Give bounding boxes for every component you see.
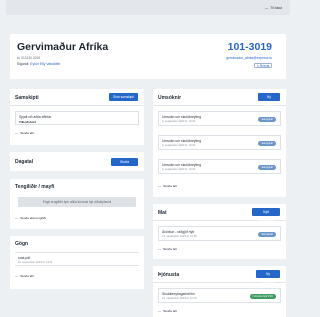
edit-button[interactable]: ✎ Breyta bbox=[254, 63, 272, 68]
samskipti-more-link[interactable]: — Skoða allt bbox=[15, 131, 34, 135]
umsokn-item[interactable]: Umsókn um skuldbreyting 3. september 202… bbox=[158, 111, 281, 126]
thjonusta-panel: Þjónusta Ný þjónusta Skuldbreytingarbeið… bbox=[153, 266, 286, 317]
thjonusta-item[interactable]: Skuldbreytingarbeiðni 21. september 2023… bbox=[158, 288, 281, 303]
arrow-left-icon: — bbox=[264, 6, 269, 10]
gogn-item[interactable]: smá.pdf 11. september 2023 kl. 14:11 bbox=[15, 252, 139, 266]
samskipti-panel: Samskipti Skrá samskipti Spjall við aðil… bbox=[10, 89, 144, 145]
samskipti-header: Samskipti Skrá samskipti bbox=[10, 89, 144, 106]
samskipti-item-sub: Tilboðsbréf bbox=[19, 119, 36, 124]
umsokn-item-title: Umsókn um skuldbreyting bbox=[162, 139, 202, 143]
mat-more-label: Skoða allt bbox=[163, 247, 177, 251]
tengslir-empty-note: Engir tengiliðir fyrir aðila fundust hjá… bbox=[18, 197, 136, 207]
mat-status-badge: Samþykkt bbox=[258, 232, 276, 237]
gogn-more-label: Skoða allt bbox=[20, 274, 34, 278]
back-link-label: Til baka bbox=[270, 6, 282, 10]
thjonusta-more-label: Skoða allt bbox=[163, 309, 177, 313]
arrow-right-icon: — bbox=[15, 216, 19, 220]
samskipti-title: Samskipti bbox=[15, 95, 39, 101]
mat-title: Mat bbox=[158, 210, 167, 216]
umsokn-status-badge: Samþykkt bbox=[258, 141, 276, 146]
umsokn-status-badge: Samþykkt bbox=[258, 165, 276, 170]
customer-header: Gervimaður Afríka kt. 010130-3019 Eigand… bbox=[10, 34, 286, 79]
tengslir-more-label: Skoða alla tengiliði bbox=[20, 216, 46, 220]
gogn-item-title: smá.pdf bbox=[18, 256, 31, 260]
customer-kennitala: kt. 010130-3019 bbox=[17, 56, 41, 60]
customer-owner: Eigandi: Eyrún Elly Valsdóttir bbox=[17, 62, 60, 66]
arrow-right-icon: — bbox=[15, 274, 19, 278]
back-link[interactable]: — Til baka bbox=[265, 6, 282, 10]
mat-panel: Mat Nýtt ráðgjafamat Ávöxtun - ráðgjöf n… bbox=[153, 204, 286, 259]
dagatal-panel: Dagatal Skoða viðburð bbox=[10, 152, 144, 172]
thjonusta-item-title: Skuldbreytingarbeiðni bbox=[162, 292, 195, 296]
umsokn-item[interactable]: Umsókn um skuldbreyting 3. september 202… bbox=[158, 159, 281, 174]
gogn-panel: Gögn smá.pdf 11. september 2023 kl. 14:1… bbox=[10, 236, 144, 289]
add-samskipti-button[interactable]: Skrá samskipti bbox=[109, 93, 138, 101]
owner-link[interactable]: Eyrún Elly Valsdóttir bbox=[30, 62, 60, 66]
mat-more-link[interactable]: — Skoða allt bbox=[158, 247, 177, 251]
new-mat-button[interactable]: Nýtt ráðgjafamat bbox=[252, 208, 280, 222]
umsokn-item-date: 3. september 2023 kl. 16:04 bbox=[162, 119, 196, 123]
owner-label: Eigandi: bbox=[17, 62, 30, 66]
thjonusta-item-sub: 21. september 2023 kl. 11:15 bbox=[162, 296, 197, 300]
mat-item-title: Ávöxtun - ráðgjöf nýtt bbox=[162, 230, 195, 234]
top-bar: — Til baka bbox=[6, 0, 290, 15]
thjonusta-title: Þjónusta bbox=[158, 272, 180, 278]
thjonusta-more-link[interactable]: — Skoða allt bbox=[158, 309, 177, 313]
customer-email[interactable]: gervimadur_afrika@express.is bbox=[226, 56, 272, 60]
umsokn-item-title: Umsókn um skuldbreyting bbox=[162, 115, 202, 119]
mat-item[interactable]: Ávöxtun - ráðgjöf nýtt 21. september 202… bbox=[158, 226, 281, 241]
pencil-icon: ✎ bbox=[256, 64, 260, 68]
customer-number: 101-3019 bbox=[227, 41, 272, 53]
gogn-more-link[interactable]: — Skoða allt bbox=[15, 274, 34, 278]
tengslir-more-link[interactable]: — Skoða alla tengiliði bbox=[15, 216, 46, 220]
umsokn-item[interactable]: Umsókn um skuldbreyting 3. september 202… bbox=[158, 135, 281, 150]
edit-label: Breyta bbox=[260, 64, 270, 68]
new-thjonusta-button[interactable]: Ný þjónusta bbox=[256, 270, 280, 284]
arrow-right-icon: — bbox=[15, 131, 19, 135]
arrow-right-icon: — bbox=[158, 309, 162, 313]
tengslir-title: Tengiliðir / mayfi bbox=[15, 184, 55, 190]
mat-item-sub: 21. september 2023 kl. 11:15 bbox=[162, 234, 197, 238]
tengslir-panel: Tengiliðir / mayfi Engir tengiliðir fyri… bbox=[10, 179, 144, 229]
samskipti-more-label: Skoða allt bbox=[20, 131, 34, 135]
umsokn-item-date: 3. september 2023 kl. 16:04 bbox=[162, 143, 196, 147]
umsoknir-header: Umsóknir Ný umsókn bbox=[153, 89, 286, 107]
new-umsokn-button[interactable]: Ný umsókn bbox=[258, 93, 280, 107]
gogn-item-sub: 11. september 2023 kl. 14:11 bbox=[18, 260, 53, 264]
umsoknir-title: Umsóknir bbox=[158, 95, 182, 101]
samskipti-item[interactable]: Spjall við aðila eftirfar Tilboðsbréf bbox=[15, 111, 139, 125]
samskipti-item-title: Spjall við aðila eftirfar bbox=[19, 115, 52, 119]
mat-header: Mat Nýtt ráðgjafamat bbox=[153, 204, 286, 222]
arrow-right-icon: — bbox=[158, 184, 162, 188]
thjonusta-header: Þjónusta Ný þjónusta bbox=[153, 266, 286, 284]
gogn-title: Gögn bbox=[15, 241, 29, 247]
umsokn-status-badge: Samþykkt bbox=[258, 117, 276, 122]
dagatal-button[interactable]: Skoða viðburð bbox=[111, 158, 138, 172]
umsokn-item-title: Umsókn um skuldbreyting bbox=[162, 163, 202, 167]
umsoknir-more-label: Skoða allt bbox=[163, 184, 177, 188]
umsoknir-panel: Umsóknir Ný umsókn Umsókn um skuldbreyti… bbox=[153, 89, 286, 197]
umsoknir-more-link[interactable]: — Skoða allt bbox=[158, 184, 177, 188]
customer-name: Gervimaður Afríka bbox=[17, 41, 109, 53]
arrow-right-icon: — bbox=[158, 247, 162, 251]
dagatal-title: Dagatal bbox=[15, 159, 34, 165]
thjonusta-status-badge: Í vinnslu hjá VVK bbox=[249, 294, 276, 299]
umsokn-item-date: 3. september 2023 kl. 16:04 bbox=[162, 167, 196, 171]
